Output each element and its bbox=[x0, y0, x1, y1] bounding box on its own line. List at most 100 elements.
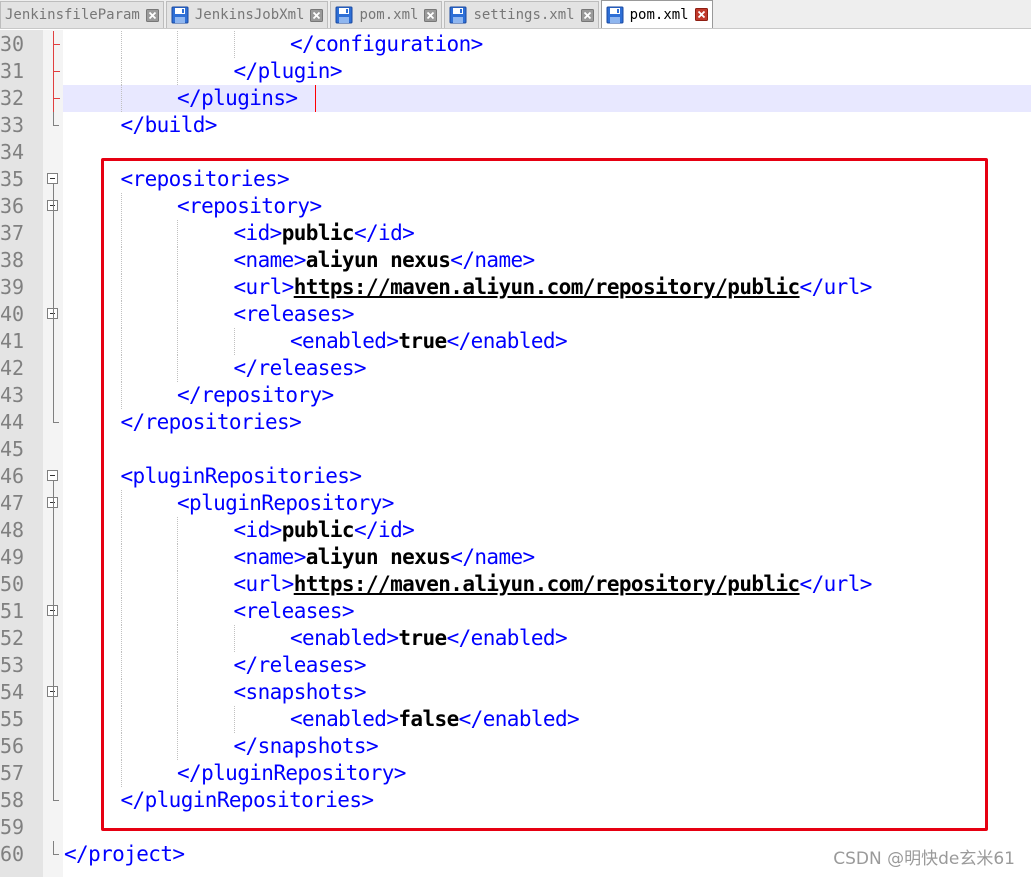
xml-tag: </plugin> bbox=[233, 59, 343, 83]
tab-jenkinsjobxml[interactable]: JenkinsJobXml bbox=[165, 1, 329, 28]
line-number: 42 bbox=[0, 356, 25, 380]
xml-tag: <pluginRepositories> bbox=[120, 464, 362, 488]
code-line[interactable]: 39 <url>https://maven.aliyun.com/reposito… bbox=[0, 274, 1031, 301]
xml-value: aliyun nexus bbox=[305, 248, 451, 272]
fold-end bbox=[53, 422, 59, 423]
code-text: </pluginRepository> bbox=[177, 760, 406, 787]
code-line[interactable]: 35 <repositories> bbox=[0, 166, 1031, 193]
code-line[interactable]: 41 <enabled>true</enabled> bbox=[0, 328, 1031, 355]
code-line[interactable]: 31 </plugin> bbox=[0, 58, 1031, 85]
line-number: 32 bbox=[0, 86, 25, 110]
code-line[interactable]: 54 <snapshots> bbox=[0, 679, 1031, 706]
url-link[interactable]: https://maven.aliyun.com/repository/publ… bbox=[294, 572, 800, 596]
change-marker-tick bbox=[53, 44, 60, 45]
indent-guide bbox=[121, 706, 122, 733]
xml-tag: </id> bbox=[353, 221, 415, 245]
line-number: 44 bbox=[0, 410, 25, 434]
indent-guide bbox=[177, 571, 178, 598]
line-number: 59 bbox=[0, 815, 25, 839]
close-tab-icon[interactable] bbox=[694, 8, 708, 21]
xml-tag: </releases> bbox=[233, 356, 367, 380]
tab-pom-xml-active[interactable]: pom.xml bbox=[600, 0, 713, 28]
change-marker-tick bbox=[53, 98, 60, 99]
code-line[interactable]: 59 bbox=[0, 814, 1031, 841]
xml-tag: <enabled> bbox=[290, 329, 399, 353]
code-line[interactable]: 34 bbox=[0, 139, 1031, 166]
watermark: CSDN @明快de玄米61 bbox=[833, 849, 1015, 869]
code-line[interactable]: 43 </repository> bbox=[0, 382, 1031, 409]
indent-guide bbox=[121, 301, 122, 328]
code-line[interactable]: 45 bbox=[0, 436, 1031, 463]
indent-guide bbox=[177, 301, 178, 328]
code-text: <url>https://maven.aliyun.com/repository… bbox=[234, 571, 873, 598]
xml-tag: <enabled> bbox=[290, 626, 399, 650]
close-tab-icon[interactable] bbox=[424, 8, 438, 22]
code-line[interactable]: 56 </snapshots> bbox=[0, 733, 1031, 760]
line-number: 50 bbox=[0, 572, 25, 596]
code-line[interactable]: 57 </pluginRepository> bbox=[0, 760, 1031, 787]
xml-tag: </project> bbox=[64, 842, 185, 866]
code-line[interactable]: 32 </plugins> bbox=[0, 85, 1031, 112]
xml-tag: <snapshots> bbox=[233, 680, 367, 704]
xml-tag: <releases> bbox=[233, 302, 355, 326]
line-number: 34 bbox=[0, 140, 25, 164]
code-line[interactable]: 53 </releases> bbox=[0, 652, 1031, 679]
indent-guide bbox=[121, 382, 122, 409]
tab-jenkinsfileparam[interactable]: JenkinsfileParam bbox=[0, 1, 164, 28]
close-tab-icon[interactable] bbox=[580, 8, 594, 22]
tab-label: pom.xml bbox=[359, 7, 419, 23]
code-line[interactable]: 51 <releases> bbox=[0, 598, 1031, 625]
xml-value: true bbox=[398, 329, 447, 353]
code-text: <releases> bbox=[234, 598, 355, 625]
code-line[interactable]: 46 <pluginRepositories> bbox=[0, 463, 1031, 490]
line-number: 55 bbox=[0, 707, 25, 731]
code-text: </plugin> bbox=[233, 58, 343, 85]
indent-guide bbox=[121, 625, 122, 652]
line-number: 31 bbox=[0, 59, 25, 83]
code-text: </snapshots> bbox=[234, 733, 379, 760]
code-text: <snapshots> bbox=[233, 679, 367, 706]
close-tab-icon[interactable] bbox=[310, 8, 324, 22]
code-line[interactable]: 55 <enabled>false</enabled> bbox=[0, 706, 1031, 733]
fold-line bbox=[53, 481, 54, 800]
code-line[interactable]: 44 </repositories> bbox=[0, 409, 1031, 436]
line-number: 39 bbox=[0, 275, 25, 299]
xml-tag: </enabled> bbox=[446, 626, 568, 650]
code-line[interactable]: 40 <releases> bbox=[0, 301, 1031, 328]
code-line[interactable]: 30 </configuration> bbox=[0, 31, 1031, 58]
indent-guide bbox=[177, 247, 178, 274]
tab-pom-xml[interactable]: pom.xml bbox=[330, 1, 443, 28]
code-line[interactable]: 42 </releases> bbox=[0, 355, 1031, 382]
code-line[interactable]: 52 <enabled>true</enabled> bbox=[0, 625, 1031, 652]
fold-toggle-icon[interactable] bbox=[47, 470, 58, 481]
code-line[interactable]: 50 <url>https://maven.aliyun.com/reposito… bbox=[0, 571, 1031, 598]
code-line[interactable]: 48 <id>public</id> bbox=[0, 517, 1031, 544]
indent-guide bbox=[177, 328, 178, 355]
xml-tag: </url> bbox=[799, 275, 873, 299]
indent-guide bbox=[177, 679, 178, 706]
code-line[interactable]: 58 </pluginRepositories> bbox=[0, 787, 1031, 814]
code-text: </plugins> bbox=[177, 85, 298, 112]
code-line[interactable]: 33 </build> bbox=[0, 112, 1031, 139]
indent-guide bbox=[121, 733, 122, 760]
indent-guide bbox=[121, 679, 122, 706]
fold-toggle-icon[interactable] bbox=[47, 173, 58, 184]
url-link[interactable]: https://maven.aliyun.com/repository/publ… bbox=[294, 275, 800, 299]
indent-guide bbox=[121, 355, 122, 382]
code-text: <repository> bbox=[177, 193, 322, 220]
tab-settings-xml[interactable]: settings.xml bbox=[444, 1, 599, 28]
code-text: <name>aliyun nexus</name> bbox=[234, 544, 536, 571]
code-text: </releases> bbox=[233, 355, 367, 382]
code-text: <enabled>true</enabled> bbox=[290, 328, 568, 355]
line-number: 57 bbox=[0, 761, 25, 785]
code-line[interactable]: 36 <repository> bbox=[0, 193, 1031, 220]
indent-guide bbox=[234, 328, 235, 355]
line-number: 45 bbox=[0, 437, 25, 461]
code-text: </releases> bbox=[234, 652, 367, 679]
code-line[interactable]: 47 <pluginRepository> bbox=[0, 490, 1031, 517]
code-text: <id>public</id> bbox=[234, 517, 415, 544]
code-line[interactable]: 37 <id>public</id> bbox=[0, 220, 1031, 247]
code-line[interactable]: 38 <name>aliyun nexus</name> bbox=[0, 247, 1031, 274]
close-tab-icon[interactable] bbox=[145, 8, 159, 22]
code-line[interactable]: 49 <name>aliyun nexus</name> bbox=[0, 544, 1031, 571]
